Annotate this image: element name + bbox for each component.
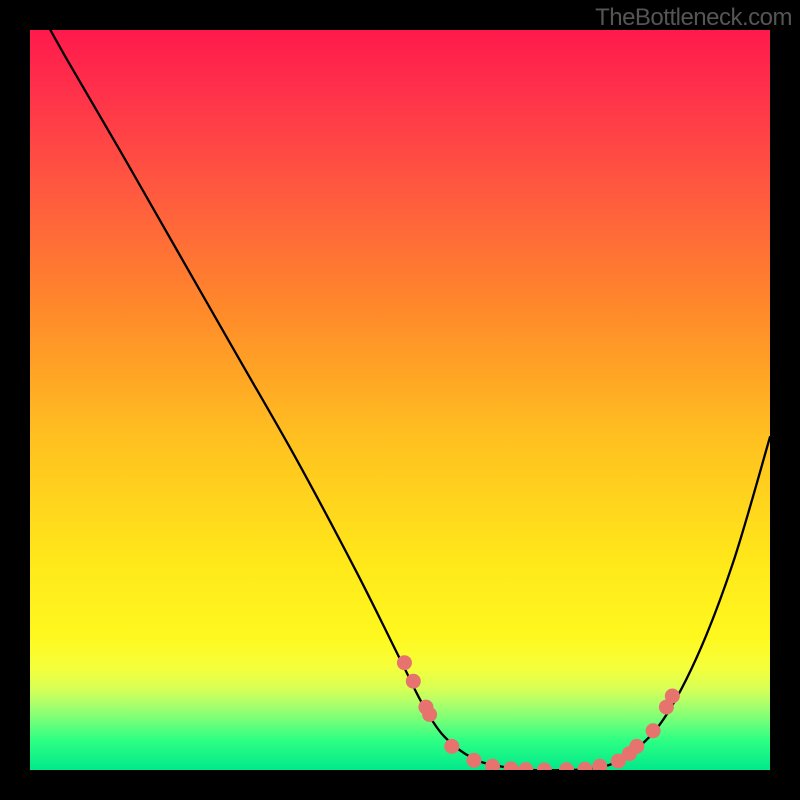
chart-frame: TheBottleneck.com (0, 0, 800, 800)
data-point (559, 762, 574, 770)
data-point (537, 763, 552, 771)
data-point (406, 674, 421, 689)
plot-area (30, 30, 770, 770)
data-point (422, 707, 437, 722)
watermark-text: TheBottleneck.com (595, 4, 792, 32)
data-point (485, 759, 500, 770)
data-point (467, 753, 482, 768)
data-point (397, 655, 412, 670)
data-point (629, 739, 644, 754)
data-point (518, 762, 533, 770)
curve-layer (30, 30, 770, 770)
data-point (578, 762, 593, 770)
data-point (592, 759, 607, 770)
highlighted-points (397, 655, 680, 770)
data-point (646, 723, 661, 738)
data-point (444, 739, 459, 754)
data-point (665, 689, 680, 704)
data-point (504, 761, 519, 770)
